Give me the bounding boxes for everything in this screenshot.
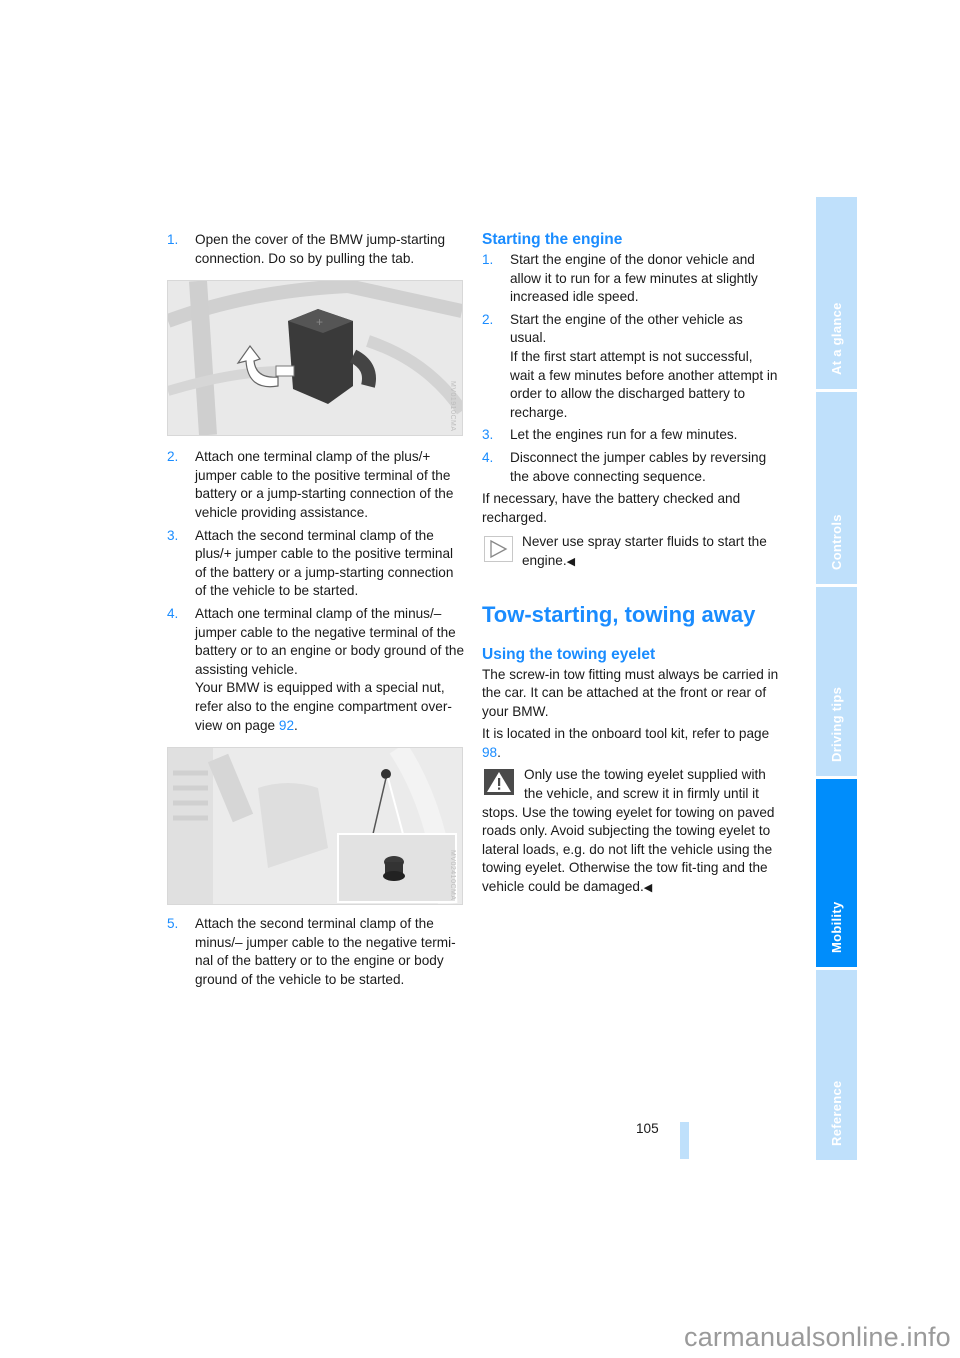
tab-label: Controls <box>828 514 844 570</box>
step-number: 5. <box>167 916 179 932</box>
note-text: Never use spray starter fluids to start … <box>522 534 767 568</box>
step-number: 3. <box>482 427 494 443</box>
step-text: Attach the second terminal clamp of the … <box>195 916 456 987</box>
start-step-3: 3. Let the engines run for a few minutes… <box>482 426 780 445</box>
jump-step-4: 4. Attach one terminal clamp of the minu… <box>167 605 467 735</box>
jump-start-cover-illustration: + <box>168 281 462 436</box>
jump-step-5: 5. Attach the second terminal clamp of t… <box>167 915 467 989</box>
tab-label: Driving tips <box>828 686 844 762</box>
step-number: 2. <box>482 311 494 327</box>
page-92-link[interactable]: 92 <box>279 718 294 733</box>
start-step-1: 1. Start the engine of the donor vehicle… <box>482 251 780 307</box>
figure-jump-start-cover: + MV01910CMA <box>167 280 463 437</box>
tab-driving-tips[interactable]: Driving tips <box>816 587 857 776</box>
start-step-2: 2. Start the engine of the other vehicle… <box>482 311 780 423</box>
step-text: Let the engines run for a few minutes. <box>510 427 738 443</box>
section-heading-starting-engine: Starting the engine <box>482 231 623 248</box>
step-text: Disconnect the jumper cables by reversin… <box>510 449 767 484</box>
step-number: 1. <box>167 232 179 247</box>
figure-code: MV01910CMA <box>449 380 456 432</box>
tab-at-a-glance[interactable]: At a glance <box>816 197 857 389</box>
tool-kit-paragraph: It is located in the onboard tool kit, r… <box>482 725 780 762</box>
tab-controls[interactable]: Controls <box>816 392 857 584</box>
tool-kit-text: It is located in the onboard tool kit, r… <box>482 726 770 742</box>
chapter-tabs: At a glance Controls Driving tips Mobili… <box>816 197 857 1160</box>
step-number: 3. <box>167 527 179 543</box>
warning-icon <box>484 769 514 796</box>
tab-label: Mobility <box>828 901 844 953</box>
jump-step-3: 3. Attach the second terminal clamp of t… <box>167 527 467 601</box>
page-number-bar <box>680 1122 689 1159</box>
step-number: 4. <box>167 605 179 621</box>
figure-code: MV02410CMA <box>449 849 456 901</box>
step-extra-text: Your BMW is equipped with a special nut,… <box>195 680 452 733</box>
note-spray-starter: Never use spray starter fluids to start … <box>482 533 780 571</box>
punctuation: . <box>497 744 501 760</box>
svg-text:+: + <box>316 315 323 329</box>
left-column: 1. Open the cover of the BMW jump-starti… <box>167 231 467 993</box>
step-text: Attach the second terminal clamp of the … <box>195 527 454 599</box>
step-number: 2. <box>167 449 179 465</box>
tab-reference[interactable]: Reference <box>816 970 857 1160</box>
tab-mobility[interactable]: Mobility <box>816 779 857 967</box>
warning-text: Only use the towing eyelet supplied with… <box>482 767 775 895</box>
jump-step-2: 2. Attach one terminal clamp of the plus… <box>167 448 467 522</box>
sub-heading-towing-eyelet: Using the towing eyelet <box>482 645 656 663</box>
step-extra-text: If the first start attempt is not succes… <box>510 348 778 420</box>
punctuation: . <box>294 717 298 733</box>
warning-towing-eyelet: Only use the towing eyelet supplied with… <box>482 766 780 897</box>
chapter-heading-tow-starting: Tow-starting, towing away <box>482 601 756 627</box>
end-mark-icon: ◀ <box>643 882 653 895</box>
step-text: Start the engine of the donor vehicle an… <box>510 252 758 305</box>
battery-check-paragraph: If necessary, have the battery checked a… <box>482 491 741 525</box>
tab-label: At a glance <box>828 302 844 375</box>
step-number: 1. <box>482 252 494 267</box>
step-text: Open the cover of the BMW jump-starting … <box>195 232 446 266</box>
step-number: 4. <box>482 449 494 465</box>
note-triangle-icon <box>484 536 513 563</box>
page-98-link[interactable]: 98 <box>482 745 497 760</box>
tow-fitting-paragraph: The screw-in tow fitting must always be … <box>482 666 779 719</box>
tab-label: Reference <box>828 1080 844 1146</box>
jump-step-1: 1. Open the cover of the BMW jump-starti… <box>167 231 467 268</box>
start-step-4: 4. Disconnect the jumper cables by rever… <box>482 449 780 486</box>
step-text: Start the engine of the other vehicle as… <box>510 311 743 346</box>
step-text: Attach one terminal clamp of the plus/+ … <box>195 449 454 520</box>
right-column: Starting the engine 1. Start the engine … <box>482 231 780 902</box>
ground-nut-illustration <box>168 748 462 905</box>
step-text: Attach one terminal clamp of the minus/–… <box>195 605 465 677</box>
page-number: 105 <box>636 1121 659 1136</box>
watermark: carmanualsonline.info <box>684 1322 951 1352</box>
figure-ground-nut: MV02410CMA <box>167 747 463 906</box>
end-mark-icon: ◀ <box>566 555 576 568</box>
